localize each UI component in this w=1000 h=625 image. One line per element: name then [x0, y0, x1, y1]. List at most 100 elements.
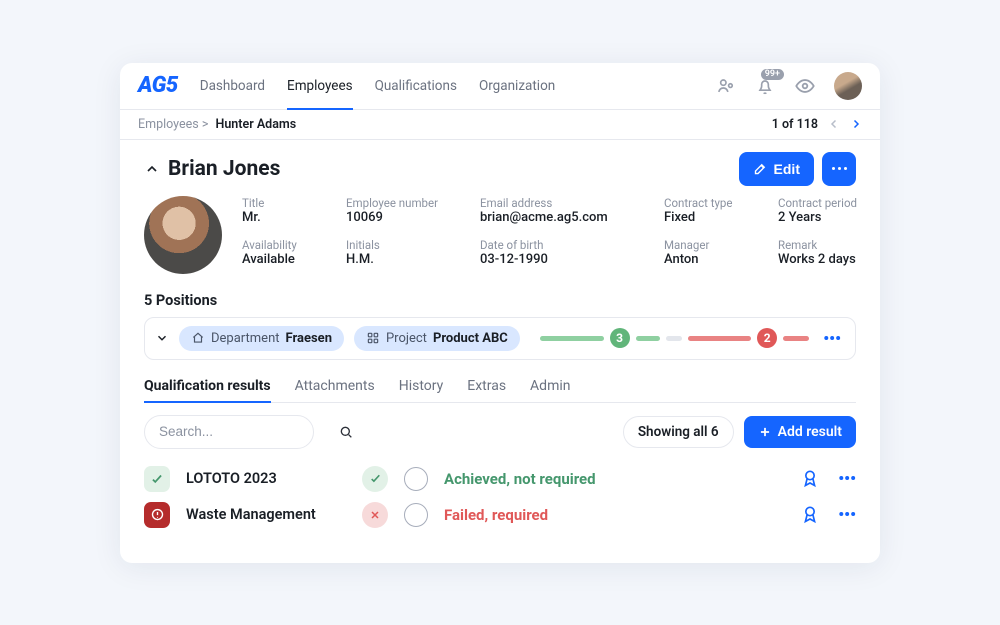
result-name[interactable]: Waste Management: [186, 506, 346, 523]
collapse-icon[interactable]: [144, 161, 160, 177]
tabs: Qualification results Attachments Histor…: [144, 378, 856, 403]
tab-admin[interactable]: Admin: [530, 378, 570, 402]
nav-icons: 99+: [714, 72, 862, 100]
tab-extras[interactable]: Extras: [467, 378, 506, 402]
search-icon: [338, 424, 354, 440]
nav-employees[interactable]: Employees: [287, 63, 353, 109]
value-remark: Works 2 days: [778, 252, 880, 267]
breadcrumb: Employees > Hunter Adams: [138, 117, 296, 132]
value-contract: Fixed: [664, 210, 764, 225]
nav-organization[interactable]: Organization: [479, 63, 555, 109]
pager: 1 of 118: [772, 117, 862, 132]
grid-icon: [366, 331, 380, 345]
edit-icon: [753, 161, 768, 176]
more-actions-button[interactable]: [822, 152, 856, 186]
track-red-count: 2: [757, 328, 777, 348]
employee-meta: Title Mr. Employee number 10069 Email ad…: [242, 196, 880, 274]
pager-text: 1 of 118: [772, 117, 818, 132]
value-email: brian@acme.ag5.com: [480, 210, 650, 225]
chip-department[interactable]: Department Fraesen: [179, 326, 344, 351]
bell-badge: 99+: [761, 69, 784, 80]
add-result-button[interactable]: Add result: [744, 416, 856, 448]
showing-pill[interactable]: Showing all 6: [623, 416, 734, 448]
ribbon-icon[interactable]: [800, 504, 822, 526]
value-dob: 03-12-1990: [480, 252, 650, 267]
employee-avatar: [144, 196, 222, 274]
tab-attachments[interactable]: Attachments: [295, 378, 375, 402]
radio-empty[interactable]: [404, 503, 428, 527]
value-avail: Available: [242, 252, 332, 267]
label-title: Title: [242, 196, 332, 210]
label-period: Contract period: [778, 196, 880, 210]
nav-dashboard[interactable]: Dashboard: [200, 63, 265, 109]
edit-button[interactable]: Edit: [739, 152, 814, 186]
current-user-avatar[interactable]: [834, 72, 862, 100]
breadcrumb-root[interactable]: Employees: [138, 117, 199, 132]
check-icon: [362, 466, 388, 492]
headline-left: Brian Jones: [144, 157, 280, 181]
positions-heading: 5 Positions: [144, 292, 856, 309]
result-row: LOTOTO 2023 Achieved, not required •••: [144, 461, 856, 497]
tab-qualification-results[interactable]: Qualification results: [144, 378, 271, 402]
label-empno: Employee number: [346, 196, 466, 210]
chip-project-label: Project: [386, 331, 427, 346]
track-green-count: 3: [610, 328, 630, 348]
row-status-badge-ok: [144, 466, 170, 492]
pager-next[interactable]: [850, 118, 862, 130]
label-initials: Initials: [346, 238, 466, 252]
eye-icon[interactable]: [794, 75, 816, 97]
brand-logo: AG5: [138, 73, 178, 98]
value-period: 2 Years: [778, 210, 880, 225]
row-more[interactable]: •••: [838, 505, 856, 524]
label-contract: Contract type: [664, 196, 764, 210]
top-nav: AG5 Dashboard Employees Qualifications O…: [120, 63, 880, 110]
radio-empty[interactable]: [404, 467, 428, 491]
plus-icon: [758, 425, 772, 439]
nav-links: Dashboard Employees Qualifications Organ…: [200, 63, 556, 109]
add-result-label: Add result: [778, 424, 842, 440]
result-status: Achieved, not required: [444, 470, 784, 488]
page-body: Brian Jones Edit Title Mr. Employee num: [120, 140, 880, 563]
value-empno: 10069: [346, 210, 466, 225]
edit-label: Edit: [774, 161, 800, 177]
chip-department-label: Department: [211, 331, 280, 346]
nav-qualifications[interactable]: Qualifications: [375, 63, 457, 109]
home-icon: [191, 331, 205, 345]
app-card: AG5 Dashboard Employees Qualifications O…: [120, 63, 880, 563]
result-row: Waste Management Failed, required •••: [144, 497, 856, 533]
positions-expand-icon[interactable]: [155, 331, 169, 345]
chip-project-value: Product ABC: [433, 331, 508, 346]
filters: Showing all 6 Add result: [144, 415, 856, 449]
label-avail: Availability: [242, 238, 332, 252]
ribbon-icon[interactable]: [800, 468, 822, 490]
positions-more[interactable]: •••: [819, 329, 845, 348]
result-status: Failed, required: [444, 506, 784, 524]
label-email: Email address: [480, 196, 650, 210]
search-input[interactable]: [157, 423, 338, 440]
row-status-badge-fail: [144, 502, 170, 528]
value-title: Mr.: [242, 210, 332, 225]
value-manager: Anton: [664, 252, 764, 267]
result-name[interactable]: LOTOTO 2023: [186, 470, 346, 487]
chip-project[interactable]: Project Product ABC: [354, 326, 520, 351]
chip-department-value: Fraesen: [286, 331, 332, 346]
label-remark: Remark: [778, 238, 880, 252]
search-box[interactable]: [144, 415, 314, 449]
bell-icon[interactable]: 99+: [754, 75, 776, 97]
breadcrumb-sep: >: [202, 117, 209, 132]
value-initials: H.M.: [346, 252, 466, 267]
label-dob: Date of birth: [480, 238, 650, 252]
headline-actions: Edit: [739, 152, 856, 186]
breadcrumb-current: Hunter Adams: [215, 117, 296, 132]
user-icon[interactable]: [714, 75, 736, 97]
positions-track: 3 2: [530, 328, 809, 348]
more-icon: [832, 167, 847, 170]
profile: Title Mr. Employee number 10069 Email ad…: [144, 196, 856, 274]
row-more[interactable]: •••: [838, 469, 856, 488]
tab-history[interactable]: History: [399, 378, 444, 402]
x-icon: [362, 502, 388, 528]
pager-prev[interactable]: [828, 118, 840, 130]
positions-bar: Department Fraesen Project Product ABC 3…: [144, 317, 856, 360]
employee-name: Brian Jones: [168, 157, 280, 181]
breadcrumb-bar: Employees > Hunter Adams 1 of 118: [120, 110, 880, 140]
